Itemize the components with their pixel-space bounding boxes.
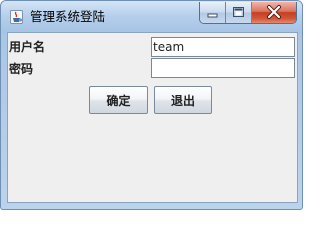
title-bar[interactable]: 管理系统登陆 — [1, 1, 302, 34]
password-label: 密码 — [9, 62, 34, 76]
maximize-button[interactable] — [226, 2, 252, 23]
caption-buttons — [199, 2, 297, 24]
ok-button[interactable]: 确定 — [89, 86, 148, 114]
login-window: 管理系统登陆 用户名 team 密码 确定 退出 — [0, 0, 303, 210]
exit-button[interactable]: 退出 — [154, 86, 212, 114]
login-form-panel: 用户名 密码 确定 退出 — [7, 32, 298, 203]
username-label: 用户名 — [9, 40, 46, 54]
window-title: 管理系统登陆 — [30, 9, 106, 24]
maximize-icon — [233, 7, 244, 17]
password-field[interactable] — [151, 58, 295, 78]
minimize-icon — [207, 13, 218, 18]
close-button[interactable] — [252, 2, 296, 23]
close-icon — [267, 5, 281, 19]
minimize-button[interactable] — [200, 2, 226, 23]
java-cup-icon — [10, 10, 23, 24]
username-field[interactable] — [151, 37, 295, 57]
